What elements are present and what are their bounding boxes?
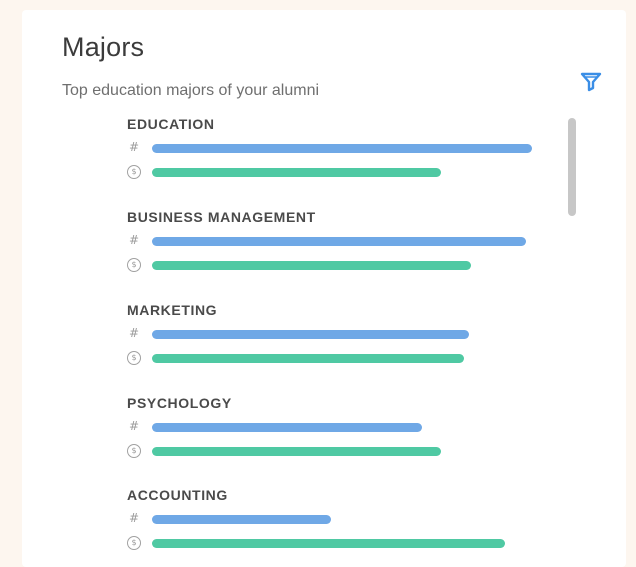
major-label: ACCOUNTING xyxy=(127,487,228,503)
count-row: # xyxy=(122,233,562,249)
major-label: PSYCHOLOGY xyxy=(127,395,232,411)
dollar-icon: $ xyxy=(127,351,141,365)
count-bar xyxy=(152,237,526,246)
major-label: EDUCATION xyxy=(127,116,215,132)
major-label: BUSINESS MANAGEMENT xyxy=(127,209,316,225)
majors-list[interactable]: EDUCATION # $ BUSINESS MANAGEMENT # $ MA… xyxy=(122,116,572,567)
scrollbar-thumb[interactable] xyxy=(568,118,576,216)
count-bar xyxy=(152,515,331,524)
count-row: # xyxy=(122,419,562,435)
salary-row: $ xyxy=(122,443,562,459)
count-row: # xyxy=(122,326,562,342)
dollar-icon: $ xyxy=(127,165,141,179)
salary-bar xyxy=(152,539,505,548)
hash-icon: # xyxy=(128,140,140,154)
hash-icon: # xyxy=(128,326,140,340)
salary-row: $ xyxy=(122,164,562,180)
majors-card: Majors Top education majors of your alum… xyxy=(22,10,626,567)
salary-row: $ xyxy=(122,535,562,551)
salary-row: $ xyxy=(122,350,562,366)
dollar-icon: $ xyxy=(127,258,141,272)
major-label: MARKETING xyxy=(127,302,218,318)
filter-button[interactable] xyxy=(578,68,604,94)
hash-icon: # xyxy=(128,233,140,247)
count-bar xyxy=(152,423,422,432)
panel-subtitle: Top education majors of your alumni xyxy=(62,82,320,99)
salary-bar xyxy=(152,354,464,363)
dollar-icon: $ xyxy=(127,536,141,550)
filter-icon xyxy=(580,72,602,92)
dollar-icon: $ xyxy=(127,444,141,458)
count-row: # xyxy=(122,511,562,527)
salary-bar xyxy=(152,168,441,177)
count-bar xyxy=(152,330,469,339)
salary-bar xyxy=(152,261,471,270)
count-row: # xyxy=(122,140,562,156)
hash-icon: # xyxy=(128,511,140,525)
count-bar xyxy=(152,144,532,153)
hash-icon: # xyxy=(128,419,140,433)
salary-bar xyxy=(152,447,441,456)
salary-row: $ xyxy=(122,257,562,273)
panel-title: Majors xyxy=(62,32,145,62)
list-scrollbar[interactable] xyxy=(566,116,578,567)
